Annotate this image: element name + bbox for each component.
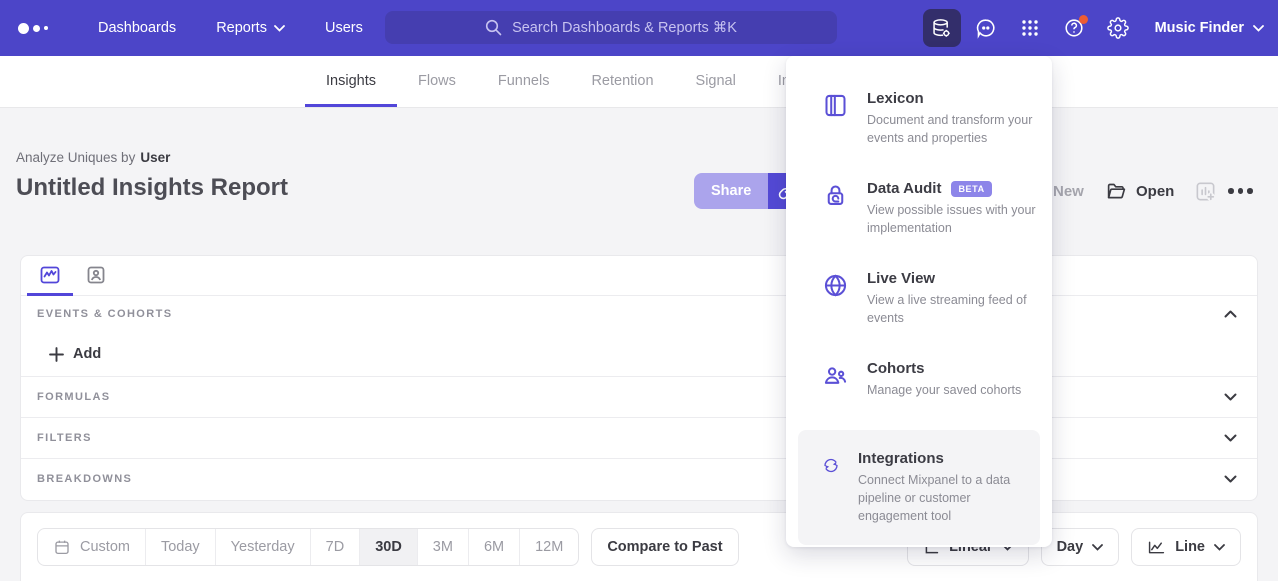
chart-type-select[interactable]: Line <box>1131 528 1241 566</box>
range-6m[interactable]: 6M <box>468 529 519 565</box>
folder-icon <box>1106 181 1127 202</box>
range-yesterday[interactable]: Yesterday <box>215 529 310 565</box>
sync-icon <box>822 452 840 479</box>
project-selector[interactable]: Music Finder <box>1155 20 1264 36</box>
section-filters[interactable]: FILTERS <box>21 417 1257 458</box>
query-builder-panel: EVENTS & COHORTS Add FORMULAS FILTERS BR… <box>20 255 1258 501</box>
search-icon <box>485 19 502 36</box>
analyze-entity[interactable]: User <box>140 150 170 165</box>
range-30d[interactable]: 30D <box>359 529 417 565</box>
chevron-down-icon[interactable] <box>1224 475 1237 483</box>
speech-bubble-icon <box>975 17 997 39</box>
chevron-down-icon <box>1092 544 1103 551</box>
section-label: EVENTS & COHORTS <box>37 308 172 320</box>
add-event-button[interactable]: Add <box>21 332 1257 376</box>
tab-funnels[interactable]: Funnels <box>477 56 571 107</box>
section-label: FILTERS <box>37 432 92 444</box>
menu-item-live-view[interactable]: Live View View a live streaming feed of … <box>786 270 1052 360</box>
line-chart-icon <box>1147 538 1166 557</box>
beta-badge: BETA <box>951 181 991 197</box>
range-12m[interactable]: 12M <box>519 529 578 565</box>
section-breakdowns[interactable]: BREAKDOWNS <box>21 458 1257 499</box>
search-placeholder: Search Dashboards & Reports ⌘K <box>512 20 737 36</box>
chevron-down-icon[interactable] <box>1224 434 1237 442</box>
share-button[interactable]: Share <box>694 173 768 209</box>
help-button[interactable] <box>1055 9 1093 47</box>
menu-item-data-audit[interactable]: Data AuditBETA View possible issues with… <box>786 180 1052 270</box>
lock-audit-icon <box>822 182 849 209</box>
range-custom[interactable]: Custom <box>38 529 145 565</box>
book-icon <box>822 92 849 119</box>
cohorts-icon <box>822 362 849 389</box>
tab-flows[interactable]: Flows <box>397 56 477 107</box>
tab-events-view[interactable] <box>27 255 73 295</box>
topbar-actions: Music Finder <box>923 0 1264 56</box>
nav-users[interactable]: Users <box>325 20 363 36</box>
compare-to-past-button[interactable]: Compare to Past <box>591 528 738 566</box>
report-tabs: Insights Flows Funnels Retention Signal … <box>0 56 1278 108</box>
board-plus-icon <box>1194 180 1217 203</box>
database-gear-icon <box>931 18 952 39</box>
chevron-down-icon <box>1214 544 1225 551</box>
chart-toolbar: Custom Today Yesterday 7D 30D 3M 6M 12M … <box>20 512 1258 581</box>
data-management-menu: Lexicon Document and transform your even… <box>786 56 1052 547</box>
menu-item-integrations[interactable]: Integrations Connect Mixpanel to a data … <box>798 430 1040 545</box>
tab-profiles-view[interactable] <box>73 255 119 295</box>
chevron-down-icon <box>1253 25 1264 32</box>
tab-insights[interactable]: Insights <box>305 56 397 107</box>
analyze-line: Analyze Uniques byUser <box>16 150 170 165</box>
chevron-up-icon[interactable] <box>1224 310 1237 318</box>
data-management-button[interactable] <box>923 9 961 47</box>
tab-signal[interactable]: Signal <box>675 56 757 107</box>
search-input[interactable]: Search Dashboards & Reports ⌘K <box>385 11 837 44</box>
tab-retention[interactable]: Retention <box>570 56 674 107</box>
granularity-select[interactable]: Day <box>1041 528 1120 566</box>
globe-icon <box>822 272 849 299</box>
range-3m[interactable]: 3M <box>417 529 468 565</box>
section-events-cohorts[interactable]: EVENTS & COHORTS <box>21 296 1257 332</box>
nav-dashboards[interactable]: Dashboards <box>98 20 176 36</box>
section-label: BREAKDOWNS <box>37 473 132 485</box>
date-range-selector: Custom Today Yesterday 7D 30D 3M 6M 12M <box>37 528 579 566</box>
events-chart-icon <box>38 263 62 287</box>
profile-icon <box>84 263 108 287</box>
section-formulas[interactable]: FORMULAS <box>21 376 1257 417</box>
builder-tabs <box>21 256 1257 296</box>
feedback-button[interactable] <box>967 9 1005 47</box>
plus-icon <box>49 347 64 362</box>
chevron-down-icon[interactable] <box>1224 393 1237 401</box>
add-to-dashboard-button[interactable] <box>1194 173 1217 209</box>
mixpanel-logo-icon[interactable] <box>18 23 64 34</box>
nav-reports[interactable]: Reports <box>216 20 285 36</box>
range-today[interactable]: Today <box>145 529 215 565</box>
topbar: Dashboards Reports Users Search Dashboar… <box>0 0 1278 56</box>
menu-item-lexicon[interactable]: Lexicon Document and transform your even… <box>786 90 1052 180</box>
top-navigation: Dashboards Reports Users <box>98 20 363 36</box>
open-report-button[interactable]: Open <box>1106 173 1174 209</box>
apps-grid-icon <box>1020 18 1040 38</box>
range-7d[interactable]: 7D <box>310 529 360 565</box>
calendar-icon <box>53 538 71 556</box>
more-options-button[interactable] <box>1228 173 1253 209</box>
chevron-down-icon <box>274 25 285 32</box>
settings-button[interactable] <box>1099 9 1137 47</box>
section-label: FORMULAS <box>37 391 111 403</box>
apps-grid-button[interactable] <box>1011 9 1049 47</box>
notification-dot <box>1079 15 1088 24</box>
gear-icon <box>1107 17 1129 39</box>
page-title[interactable]: Untitled Insights Report <box>16 174 288 202</box>
